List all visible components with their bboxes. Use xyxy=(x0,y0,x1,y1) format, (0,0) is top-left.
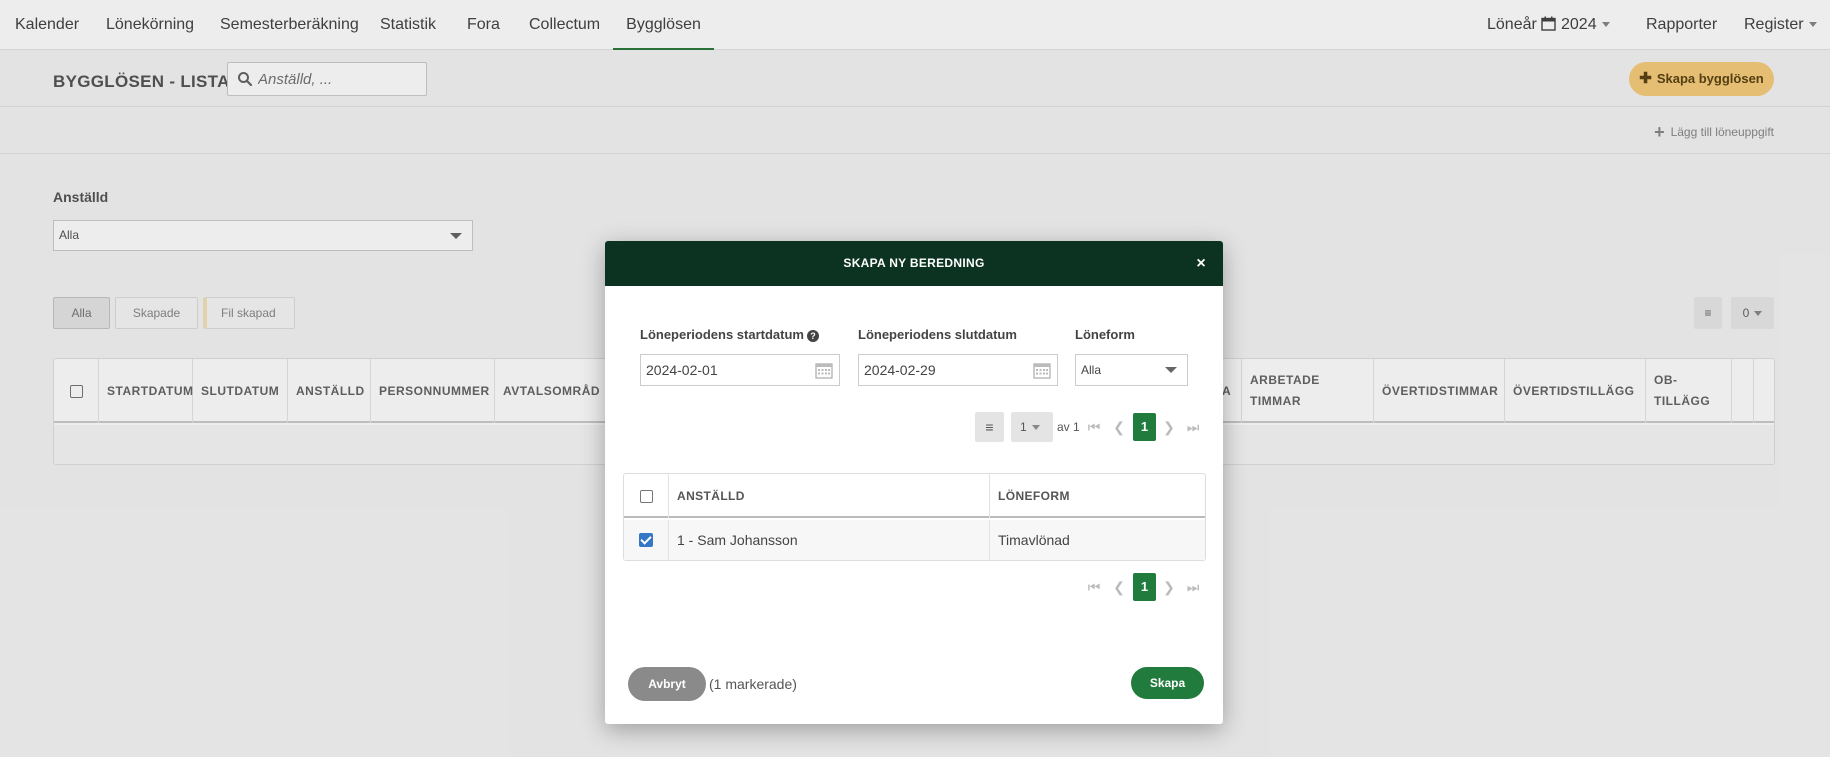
column-header[interactable]: LÖNEFORM xyxy=(990,474,1207,518)
start-date-value: 2024-02-01 xyxy=(646,362,718,378)
table-header: ANSTÄLLD LÖNEFORM xyxy=(624,474,1205,518)
first-page-icon[interactable]: ⏮ xyxy=(1084,572,1104,602)
list-view-button[interactable]: ≡ xyxy=(975,412,1004,442)
employee-cell: 1 - Sam Johansson xyxy=(669,520,990,560)
page-size-dropdown[interactable]: 1 xyxy=(1011,412,1053,442)
calendar-icon[interactable] xyxy=(1033,362,1051,379)
last-page-icon[interactable]: ⏭ xyxy=(1183,572,1203,602)
selected-count: (1 markerade) xyxy=(709,676,797,692)
create-payroll-modal: SKAPA NY BEREDNING × Löneperiodens start… xyxy=(605,241,1223,724)
cancel-button[interactable]: Avbryt xyxy=(628,667,706,701)
end-date-label: Löneperiodens slutdatum xyxy=(858,327,1017,342)
chevron-down-icon xyxy=(1165,367,1177,373)
next-page-icon[interactable]: ❯ xyxy=(1159,572,1179,602)
list-icon: ≡ xyxy=(985,419,994,435)
end-date-input[interactable]: 2024-02-29 xyxy=(858,354,1058,386)
select-all-cell xyxy=(624,474,669,518)
first-page-icon[interactable]: ⏮ xyxy=(1084,412,1104,442)
salary-form-select[interactable]: Alla xyxy=(1075,354,1188,386)
create-button[interactable]: Skapa xyxy=(1131,667,1204,699)
current-page-button[interactable]: 1 xyxy=(1133,413,1156,441)
row-checkbox-cell xyxy=(624,520,669,560)
close-icon[interactable]: × xyxy=(1192,255,1210,273)
page-count-text: av 1 xyxy=(1057,420,1080,434)
page-size-value: 1 xyxy=(1020,420,1027,434)
salary-form-cell: Timavlönad xyxy=(998,532,1070,548)
modal-title: SKAPA NY BEREDNING xyxy=(843,256,985,270)
start-date-label-text: Löneperiodens startdatum xyxy=(640,327,804,342)
prev-page-icon[interactable]: ❮ xyxy=(1109,572,1129,602)
current-page-button[interactable]: 1 xyxy=(1133,573,1156,601)
table-row[interactable]: 1 - Sam Johansson Timavlönad xyxy=(624,520,1205,560)
start-date-input[interactable]: 2024-02-01 xyxy=(640,354,840,386)
help-icon[interactable]: ? xyxy=(806,330,819,342)
modal-header: SKAPA NY BEREDNING × xyxy=(605,241,1223,286)
employee-table: ANSTÄLLD LÖNEFORM 1 - Sam Johansson Tima… xyxy=(623,473,1206,561)
next-page-icon[interactable]: ❯ xyxy=(1159,412,1179,442)
start-date-label: Löneperiodens startdatum? xyxy=(640,327,819,342)
column-header[interactable]: ANSTÄLLD xyxy=(669,474,990,518)
prev-page-icon[interactable]: ❮ xyxy=(1109,412,1129,442)
end-date-value: 2024-02-29 xyxy=(864,362,936,378)
select-all-checkbox[interactable] xyxy=(639,489,653,503)
calendar-icon[interactable] xyxy=(815,362,833,379)
salary-form-label: Löneform xyxy=(1075,327,1135,342)
salary-form-value: Alla xyxy=(1081,363,1102,377)
last-page-icon[interactable]: ⏭ xyxy=(1183,412,1203,442)
row-checkbox[interactable] xyxy=(639,533,653,547)
chevron-down-icon xyxy=(1031,425,1040,431)
